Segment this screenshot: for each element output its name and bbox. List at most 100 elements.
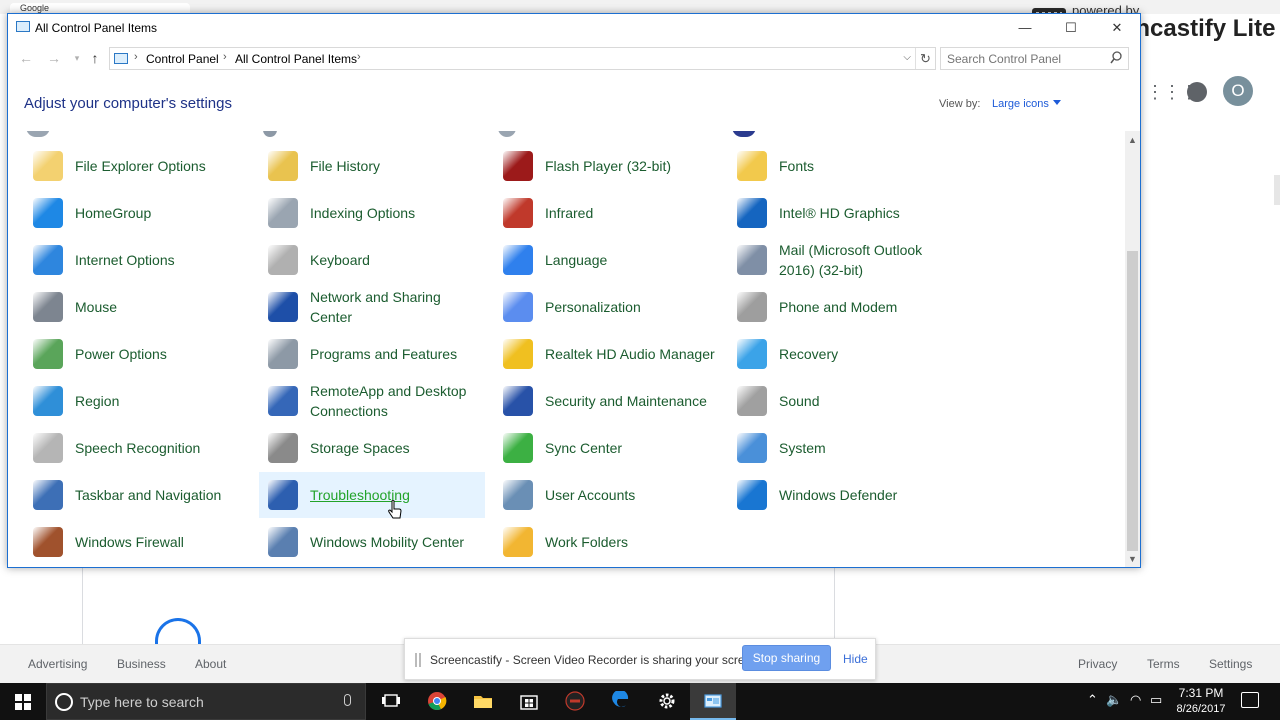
footer-link-privacy[interactable]: Privacy — [1078, 657, 1117, 671]
battery-icon[interactable]: ▭ — [1150, 692, 1162, 708]
chevron-up-icon[interactable]: ⌃ — [1087, 692, 1098, 708]
cp-item[interactable]: Sync Center — [494, 425, 720, 471]
breadcrumb-chevron-icon[interactable]: › — [357, 51, 361, 63]
breadcrumb-all-items[interactable]: All Control Panel Items — [235, 52, 357, 66]
volume-icon[interactable]: 🔈 — [1106, 692, 1122, 708]
hide-button[interactable]: Hide — [843, 652, 868, 666]
clock[interactable]: 7:31 PM 8/26/2017 — [1175, 685, 1227, 717]
cp-item[interactable]: Language — [494, 237, 720, 283]
breadcrumb-chevron-icon[interactable]: › — [134, 51, 138, 63]
store-icon[interactable] — [506, 683, 552, 720]
refresh-icon[interactable]: ↻ — [915, 48, 935, 69]
drag-handle-icon[interactable] — [415, 653, 421, 667]
vertical-scrollbar[interactable]: ▲ ▼ — [1125, 131, 1140, 567]
cp-item-label: Infrared — [545, 205, 594, 221]
cp-item[interactable]: Taskbar and Navigation — [24, 472, 250, 518]
cp-item[interactable]: System — [728, 425, 954, 471]
cp-item[interactable]: Realtek HD Audio Manager — [494, 331, 720, 377]
start-button[interactable] — [0, 683, 46, 720]
cp-item[interactable]: Sound — [728, 378, 954, 424]
back-arrow-icon[interactable]: ← — [17, 49, 35, 67]
taskbar: Type here to search ⌃ 🔈 ◠ ▭ 7:31 PM 8/26… — [0, 683, 1280, 720]
power-options-icon — [33, 339, 63, 369]
microphone-icon[interactable] — [344, 694, 351, 706]
address-bar[interactable]: › Control Panel › All Control Panel Item… — [109, 47, 936, 70]
footer-link-terms[interactable]: Terms — [1147, 657, 1180, 671]
intel-graphics-icon — [737, 198, 767, 228]
taskbar-search[interactable]: Type here to search — [46, 683, 366, 720]
cp-item[interactable]: Indexing Options — [259, 190, 485, 236]
up-arrow-icon[interactable]: ↑ — [86, 49, 104, 67]
cp-item[interactable]: Intel® HD Graphics — [728, 190, 954, 236]
cp-item[interactable]: HomeGroup — [24, 190, 250, 236]
cp-item[interactable]: Windows Firewall — [24, 519, 250, 565]
control-panel-icon[interactable] — [690, 683, 736, 720]
cp-item[interactable]: Work Folders — [494, 519, 720, 565]
action-center-icon[interactable] — [1241, 692, 1259, 708]
taskbar-search-placeholder: Type here to search — [80, 694, 204, 710]
cp-item[interactable]: Power Options — [24, 331, 250, 377]
scrollbar-thumb[interactable] — [1127, 251, 1138, 551]
cp-item-label: Sync Center — [545, 440, 623, 456]
hand-cursor-icon — [388, 500, 402, 519]
avatar[interactable]: O — [1223, 76, 1253, 106]
title-bar[interactable]: All Control Panel Items — ☐ ✕ — [8, 14, 1140, 42]
cp-item[interactable]: Mouse — [24, 284, 250, 330]
settings-icon[interactable] — [644, 683, 690, 720]
cp-item[interactable]: Mail (Microsoft Outlook 2016) (32-bit) — [728, 237, 954, 283]
cp-item[interactable]: Network and Sharing Center — [259, 284, 485, 330]
wifi-icon[interactable]: ◠ — [1130, 692, 1141, 708]
cp-item[interactable]: File History — [259, 143, 485, 189]
cp-item[interactable]: User Accounts — [494, 472, 720, 518]
system-icon — [737, 433, 767, 463]
cp-item[interactable]: Infrared — [494, 190, 720, 236]
recent-locations-icon[interactable]: ▾ — [68, 49, 86, 67]
chrome-icon[interactable] — [414, 683, 460, 720]
breadcrumb-control-panel[interactable]: Control Panel — [146, 52, 219, 66]
homegroup-icon — [33, 198, 63, 228]
stop-sharing-button[interactable]: Stop sharing — [742, 645, 831, 671]
search-icon[interactable] — [1110, 51, 1122, 65]
footer-link-business[interactable]: Business — [117, 657, 166, 671]
footer-link-about[interactable]: About — [195, 657, 226, 671]
cp-item[interactable]: Flash Player (32-bit) — [494, 143, 720, 189]
task-view-icon[interactable] — [368, 683, 414, 720]
minimize-button[interactable]: — — [1002, 14, 1048, 42]
scroll-up-icon[interactable]: ▲ — [1125, 133, 1140, 148]
cp-item-label: Phone and Modem — [779, 299, 898, 315]
scroll-down-icon[interactable]: ▼ — [1125, 552, 1140, 567]
cp-item[interactable]: Keyboard — [259, 237, 485, 283]
cp-item[interactable]: Fonts — [728, 143, 954, 189]
file-explorer-icon[interactable] — [460, 683, 506, 720]
search-box[interactable] — [940, 47, 1129, 70]
cp-item[interactable]: File Explorer Options — [24, 143, 250, 189]
view-by-dropdown[interactable]: Large icons — [992, 98, 1061, 110]
page-title: Adjust your computer's settings — [24, 95, 232, 112]
language-icon — [503, 245, 533, 275]
cp-item[interactable]: Internet Options — [24, 237, 250, 283]
taskbar-navigation-icon — [33, 480, 63, 510]
cp-item[interactable]: RemoteApp and Desktop Connections — [259, 378, 485, 424]
cp-item[interactable]: Programs and Features — [259, 331, 485, 377]
cp-item[interactable]: Troubleshooting — [259, 472, 485, 518]
footer-link-advertising[interactable]: Advertising — [28, 657, 87, 671]
search-input[interactable] — [941, 48, 1106, 69]
cp-item[interactable]: Phone and Modem — [728, 284, 954, 330]
forward-arrow-icon[interactable]: → — [45, 49, 63, 67]
cp-item[interactable]: Recovery — [728, 331, 954, 377]
breadcrumb-chevron-icon[interactable]: › — [223, 51, 227, 63]
cp-item[interactable]: Windows Defender — [728, 472, 954, 518]
notifications-icon[interactable] — [1187, 82, 1207, 102]
cp-item[interactable]: Personalization — [494, 284, 720, 330]
chevron-down-icon[interactable]: ⌵ — [903, 52, 911, 63]
cp-item[interactable]: Storage Spaces — [259, 425, 485, 471]
cp-item[interactable]: Region — [24, 378, 250, 424]
cp-item[interactable]: Speech Recognition — [24, 425, 250, 471]
edge-icon[interactable] — [598, 683, 644, 720]
cp-item[interactable]: Security and Maintenance — [494, 378, 720, 424]
cp-item[interactable]: Windows Mobility Center — [259, 519, 485, 565]
footer-link-settings[interactable]: Settings — [1209, 657, 1252, 671]
close-button[interactable]: ✕ — [1094, 14, 1140, 42]
maximize-button[interactable]: ☐ — [1048, 14, 1094, 42]
game-app-icon[interactable] — [552, 683, 598, 720]
